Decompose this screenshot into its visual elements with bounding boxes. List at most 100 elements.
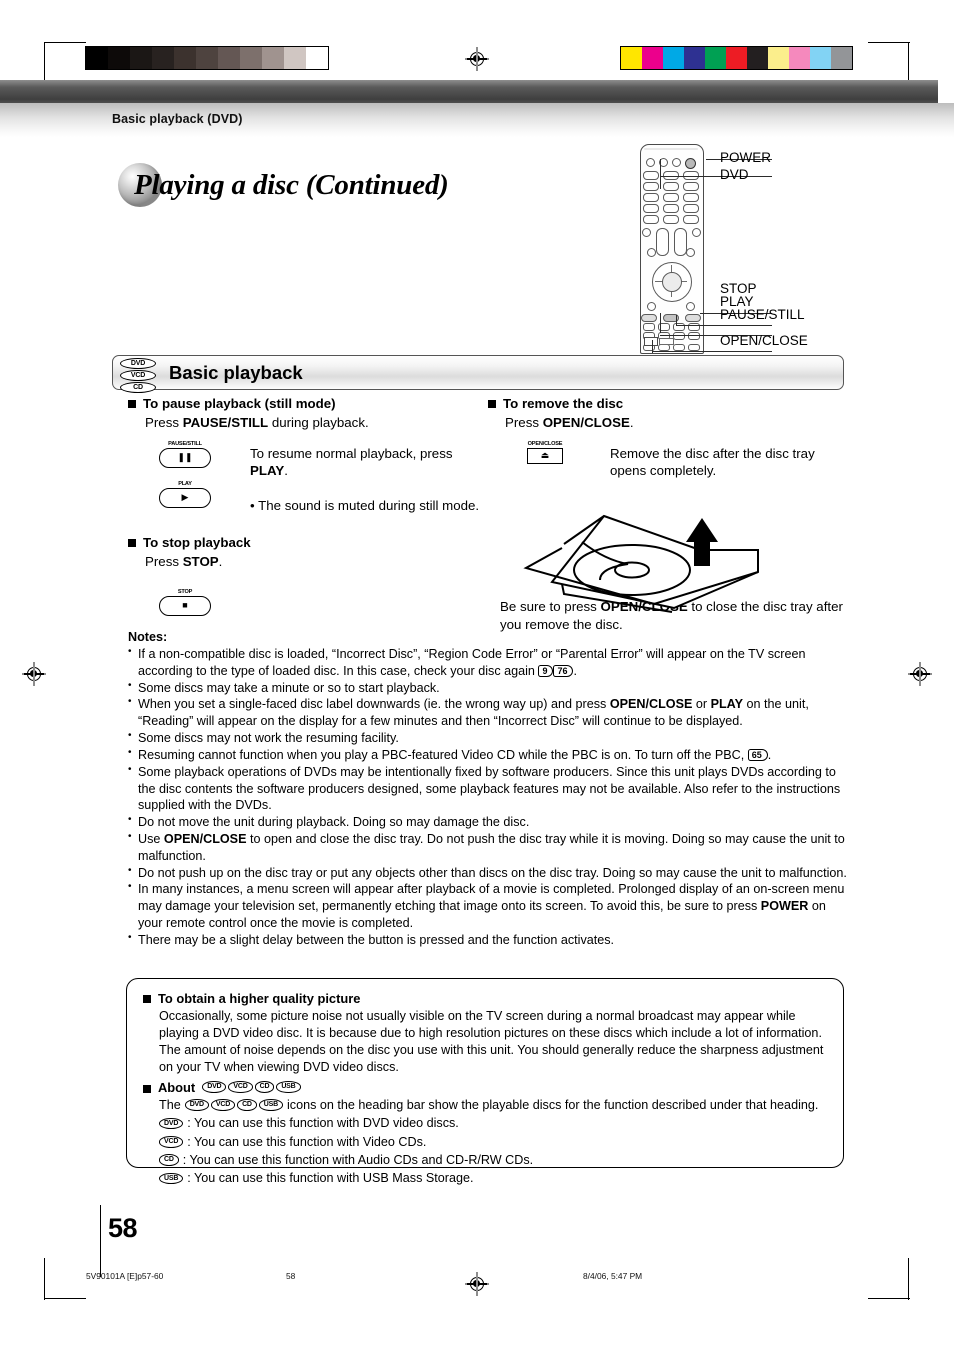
pause-key-row: PAUSE/STILL ❚❚ PLAY ▶ To resume normal p…	[145, 441, 480, 515]
remote-button-power	[685, 158, 696, 169]
disc-icon-cd: CD	[237, 1099, 257, 1111]
note-emphasis: OPEN/CLOSE	[609, 697, 693, 712]
note-emphasis: OPEN/CLOSE	[163, 831, 247, 846]
quality-box-body: Occasionally, some picture noise not usu…	[159, 1009, 824, 1074]
disc-legend-item: DVD: You can use this function with DVD …	[159, 1114, 827, 1132]
note-text: .	[573, 663, 577, 678]
registration-mark-left	[22, 662, 46, 686]
eject-icon: ⏏	[540, 450, 550, 461]
disc-icon-vcd: VCD	[210, 1099, 236, 1111]
leader-line-dvd	[660, 176, 772, 178]
open-close-key-row: OPEN/CLOSE ⏏ Remove the disc after the d…	[505, 441, 848, 481]
disc-legend-item: USB: You can use this function with USB …	[159, 1169, 827, 1187]
disc-legend-text: : You can use this function with Audio C…	[182, 1152, 534, 1167]
notes-section: Notes: If a non-compatible disc is loade…	[128, 630, 848, 949]
disc-tray-illustration	[523, 514, 759, 613]
subsection-remove-title: To remove the disc	[488, 396, 848, 411]
note-item: Some discs may take a minute or so to st…	[128, 679, 848, 697]
about-inline-disc-icons: DVD VCD CD USB	[184, 1099, 283, 1111]
leader-line-play	[676, 325, 772, 327]
square-bullet-icon	[128, 400, 136, 408]
color-calibration-bar	[620, 46, 853, 70]
grayscale-calibration-bar	[85, 46, 329, 70]
disc-icon-vcd: VCD	[228, 1081, 253, 1093]
crop-mark-bl-h	[44, 1298, 86, 1300]
disc-legend-item: VCD: You can use this function with Vide…	[159, 1133, 827, 1151]
page-title: Playing a disc (Continued)	[134, 168, 449, 201]
remote-label-open-close: OPEN/CLOSE	[720, 333, 808, 348]
heading-disc-icons: DVD VCD CD	[120, 357, 156, 394]
note-item: Resuming cannot function when you play a…	[128, 746, 848, 764]
remote-control-illustration: POWER DVD STOP PLAY PAUSE/STILL OPEN/CLO…	[636, 140, 946, 355]
note-text: If a non-compatible disc is loaded, “Inc…	[138, 647, 806, 678]
play-icon: ▶	[181, 492, 189, 503]
note-item: Some discs may not work the resuming fac…	[128, 729, 848, 747]
breadcrumb: Basic playback (DVD)	[112, 112, 243, 126]
note-text: There may be a slight delay between the …	[138, 932, 615, 947]
note-item: Do not push up on the disc tray or put a…	[128, 864, 848, 882]
disc-icon-cd: CD	[120, 381, 156, 393]
remove-note: Remove the disc after the disc tray open…	[610, 445, 815, 479]
note-item: Use OPEN/CLOSE to open and close the dis…	[128, 830, 848, 865]
note-text: Some discs may take a minute or so to st…	[138, 680, 440, 695]
button-graphic-pause-still: PAUSE/STILL ❚❚	[159, 441, 211, 468]
notes-list: If a non-compatible disc is loaded, “Inc…	[128, 645, 848, 949]
note-text: or	[692, 697, 711, 712]
page-reference-badge: 65	[747, 748, 768, 761]
key-cap-open-close: OPEN/CLOSE	[527, 440, 563, 447]
disc-icon-vcd: VCD	[159, 1136, 184, 1148]
disc-icon-dvd: DVD	[184, 1099, 209, 1111]
about-heading-disc-icons: DVD VCD CD USB	[202, 1081, 301, 1093]
note-text: Resuming cannot function when you play a…	[138, 747, 748, 762]
square-bullet-icon	[488, 400, 496, 408]
button-graphic-play: PLAY ▶	[159, 481, 211, 508]
disc-legend-item: CD: You can use this function with Audio…	[159, 1151, 827, 1169]
button-graphic-stop: STOP ■	[159, 589, 211, 616]
notes-heading: Notes:	[128, 630, 168, 644]
square-bullet-icon	[128, 538, 136, 547]
leader-line-open-close	[652, 351, 772, 353]
key-cap-play: PLAY	[178, 480, 192, 487]
quality-box-title: To obtain a higher quality picture	[143, 991, 827, 1006]
page-reference-badge: 9	[538, 664, 554, 677]
disc-icon-dvd: DVD	[120, 357, 156, 369]
page-number: 58	[108, 1213, 138, 1243]
pause-instruction: Press PAUSE/STILL during playback.	[145, 415, 369, 430]
footer-job-code: 5V90101A [E]p57-60	[86, 1271, 164, 1281]
note-item: Some playback operations of DVDs may be …	[128, 763, 848, 814]
note-text: In many instances, a menu screen will ap…	[138, 882, 845, 914]
stop-instruction: Press STOP.	[145, 553, 223, 569]
crop-mark-bl-v	[44, 1258, 46, 1300]
note-text: Do not push up on the disc tray or put a…	[138, 865, 847, 880]
disc-icon-cd: CD	[254, 1081, 275, 1093]
about-description-line: The DVD VCD CD USB icons on the heading bar…	[159, 1097, 819, 1112]
note-item: In many instances, a menu screen will ap…	[128, 880, 848, 931]
key-cap-stop: STOP	[177, 588, 193, 595]
remove-instruction: Press OPEN/CLOSE.	[505, 415, 634, 430]
page-reference-badge: 76	[553, 664, 574, 677]
crop-mark-tl-v	[44, 42, 46, 84]
remote-button-dvd	[646, 158, 655, 167]
note-text: When you set a single-faced disc label d…	[138, 697, 610, 712]
key-cap-pause-still: PAUSE/STILL	[168, 440, 202, 447]
note-text: .	[767, 747, 772, 762]
manual-page: Basic playback (DVD) Playing a disc (Con…	[0, 0, 954, 1351]
button-graphic-open-close: OPEN/CLOSE ⏏	[519, 441, 571, 464]
remote-button-pause-still	[641, 314, 657, 322]
registration-mark-top	[465, 47, 489, 71]
quality-info-box: To obtain a higher quality picture Occas…	[126, 978, 844, 1185]
remote-button-stop	[685, 314, 701, 322]
disc-legend-text: : You can use this function with DVD vid…	[187, 1116, 459, 1131]
disc-legend-list: DVD: You can use this function with DVD …	[159, 1114, 827, 1187]
right-column: To remove the disc Press OPEN/CLOSE. OPE…	[488, 396, 848, 636]
section-heading-title: Basic playback	[169, 362, 303, 383]
remote-dpad	[652, 262, 692, 302]
subsection-pause-title: To pause playback (still mode)	[128, 396, 480, 411]
remote-label-dvd: DVD	[720, 167, 749, 182]
page-title-wrap: Playing a disc (Continued)	[118, 163, 449, 207]
note-item: There may be a slight delay between the …	[128, 931, 848, 949]
section-heading-bar: DVD VCD CD Basic playback	[112, 355, 844, 393]
footer-timestamp: 8/4/06, 5:47 PM	[583, 1271, 643, 1281]
crop-mark-br-h	[868, 1298, 910, 1300]
stop-icon: ■	[182, 600, 188, 611]
